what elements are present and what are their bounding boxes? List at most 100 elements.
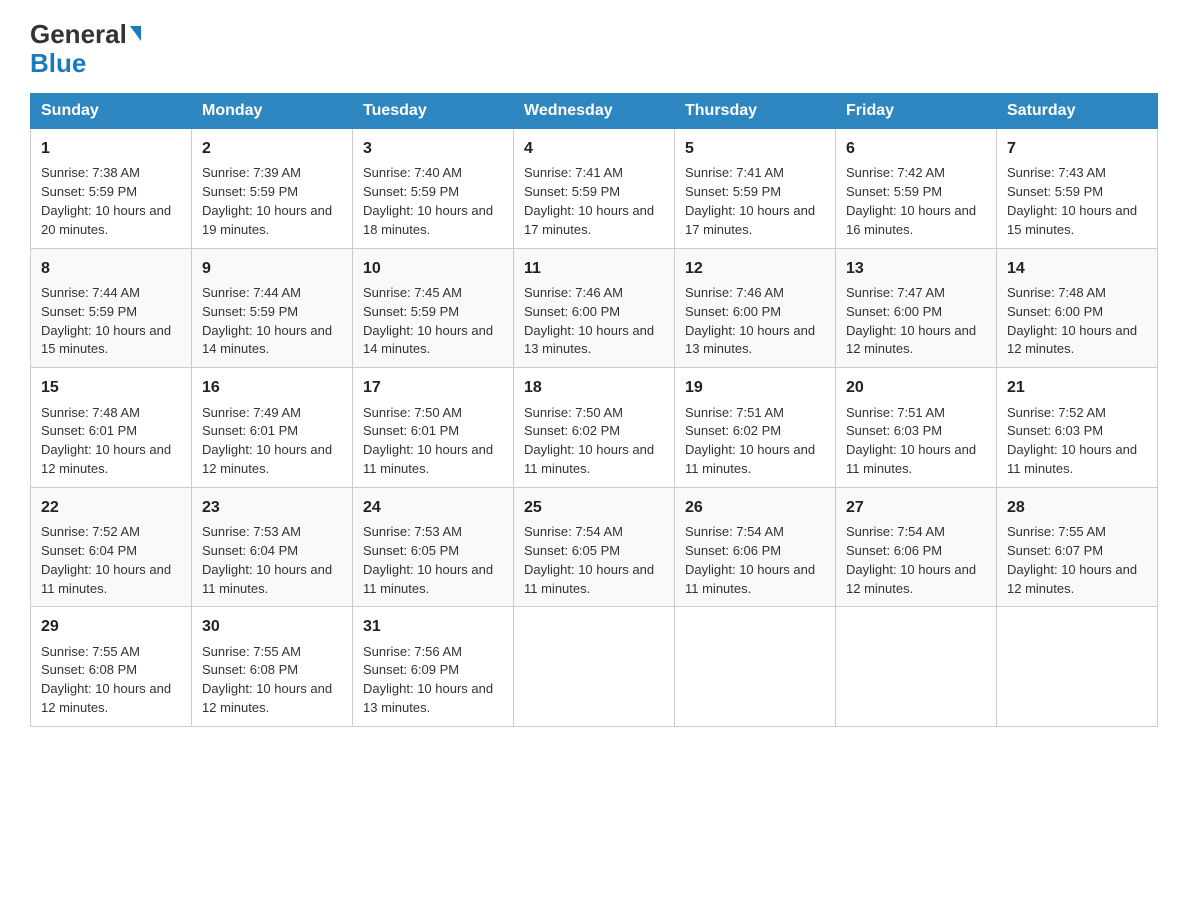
day-sunrise: Sunrise: 7:54 AM	[846, 524, 945, 539]
day-number: 23	[202, 496, 342, 519]
day-sunrise: Sunrise: 7:54 AM	[524, 524, 623, 539]
header-sunday: Sunday	[31, 94, 192, 129]
day-number: 22	[41, 496, 181, 519]
calendar-day-27: 27Sunrise: 7:54 AMSunset: 6:06 PMDayligh…	[836, 487, 997, 607]
calendar-day-9: 9 Sunrise: 7:44 AM Sunset: 5:59 PM Daylight…	[192, 248, 353, 368]
day-daylight: Daylight: 10 hours and 15 minutes.	[41, 323, 171, 357]
calendar-week-2: 8 Sunrise: 7:44 AM Sunset: 5:59 PM Daylight…	[31, 248, 1158, 368]
day-daylight: Daylight: 10 hours and 19 minutes.	[202, 203, 332, 237]
calendar-day-29: 29Sunrise: 7:55 AMSunset: 6:08 PMDayligh…	[31, 607, 192, 727]
calendar-day-11: 11Sunrise: 7:46 AMSunset: 6:00 PMDayligh…	[514, 248, 675, 368]
day-daylight: Daylight: 10 hours and 11 minutes.	[202, 562, 332, 596]
logo-general-text: General	[30, 20, 127, 49]
day-daylight: Daylight: 10 hours and 12 minutes.	[41, 442, 171, 476]
day-number: 5	[685, 137, 825, 160]
day-sunset: Sunset: 5:59 PM	[202, 304, 298, 319]
day-daylight: Daylight: 10 hours and 14 minutes.	[202, 323, 332, 357]
logo-blue-text: Blue	[30, 49, 86, 78]
day-sunrise: Sunrise: 7:50 AM	[524, 405, 623, 420]
calendar-day-1: 1Sunrise: 7:38 AMSunset: 5:59 PMDaylight…	[31, 129, 192, 249]
calendar-empty	[836, 607, 997, 727]
day-daylight: Daylight: 10 hours and 13 minutes.	[685, 323, 815, 357]
day-sunrise: Sunrise: 7:52 AM	[41, 524, 140, 539]
day-sunset: Sunset: 5:59 PM	[1007, 184, 1103, 199]
calendar-table: SundayMondayTuesdayWednesdayThursdayFrid…	[30, 93, 1158, 727]
day-number: 24	[363, 496, 503, 519]
header-monday: Monday	[192, 94, 353, 129]
day-sunrise: Sunrise: 7:44 AM	[202, 285, 301, 300]
day-sunrise: Sunrise: 7:41 AM	[524, 165, 623, 180]
page-header: General Blue	[30, 20, 1158, 77]
day-sunset: Sunset: 5:59 PM	[41, 184, 137, 199]
day-number: 18	[524, 376, 664, 399]
day-number: 9	[202, 257, 342, 280]
day-daylight: Daylight: 10 hours and 12 minutes.	[1007, 562, 1137, 596]
calendar-week-5: 29Sunrise: 7:55 AMSunset: 6:08 PMDayligh…	[31, 607, 1158, 727]
calendar-day-28: 28Sunrise: 7:55 AMSunset: 6:07 PMDayligh…	[997, 487, 1158, 607]
day-sunset: Sunset: 6:04 PM	[202, 543, 298, 558]
day-sunrise: Sunrise: 7:55 AM	[202, 644, 301, 659]
calendar-day-25: 25Sunrise: 7:54 AMSunset: 6:05 PMDayligh…	[514, 487, 675, 607]
day-sunrise: Sunrise: 7:42 AM	[846, 165, 945, 180]
day-sunset: Sunset: 6:00 PM	[846, 304, 942, 319]
logo-triangle-icon	[130, 26, 141, 41]
calendar-day-31: 31Sunrise: 7:56 AMSunset: 6:09 PMDayligh…	[353, 607, 514, 727]
day-number: 26	[685, 496, 825, 519]
day-daylight: Daylight: 10 hours and 12 minutes.	[202, 442, 332, 476]
day-daylight: Daylight: 10 hours and 11 minutes.	[524, 442, 654, 476]
day-daylight: Daylight: 10 hours and 11 minutes.	[685, 562, 815, 596]
day-sunset: Sunset: 6:06 PM	[685, 543, 781, 558]
day-daylight: Daylight: 10 hours and 20 minutes.	[41, 203, 171, 237]
header-friday: Friday	[836, 94, 997, 129]
logo: General Blue	[30, 20, 141, 77]
day-number: 17	[363, 376, 503, 399]
day-number: 2	[202, 137, 342, 160]
day-sunset: Sunset: 6:08 PM	[202, 662, 298, 677]
day-daylight: Daylight: 10 hours and 11 minutes.	[363, 562, 493, 596]
day-daylight: Daylight: 10 hours and 13 minutes.	[363, 681, 493, 715]
day-daylight: Daylight: 10 hours and 15 minutes.	[1007, 203, 1137, 237]
day-number: 28	[1007, 496, 1147, 519]
day-sunset: Sunset: 6:04 PM	[41, 543, 137, 558]
calendar-day-15: 15Sunrise: 7:48 AMSunset: 6:01 PMDayligh…	[31, 368, 192, 488]
calendar-day-23: 23Sunrise: 7:53 AMSunset: 6:04 PMDayligh…	[192, 487, 353, 607]
day-sunset: Sunset: 6:01 PM	[41, 423, 137, 438]
day-sunset: Sunset: 5:59 PM	[685, 184, 781, 199]
calendar-day-22: 22 Sunrise: 7:52 AM Sunset: 6:04 PM Dayligh…	[31, 487, 192, 607]
calendar-day-5: 5Sunrise: 7:41 AMSunset: 5:59 PMDaylight…	[675, 129, 836, 249]
day-sunset: Sunset: 5:59 PM	[363, 304, 459, 319]
calendar-day-18: 18Sunrise: 7:50 AMSunset: 6:02 PMDayligh…	[514, 368, 675, 488]
day-number: 8	[41, 257, 181, 280]
calendar-empty	[514, 607, 675, 727]
day-number: 10	[363, 257, 503, 280]
day-daylight: Daylight: 10 hours and 11 minutes.	[1007, 442, 1137, 476]
day-sunset: Sunset: 6:01 PM	[363, 423, 459, 438]
calendar-day-26: 26 Sunrise: 7:54 AM Sunset: 6:06 PM Dayligh…	[675, 487, 836, 607]
calendar-day-30: 30Sunrise: 7:55 AMSunset: 6:08 PMDayligh…	[192, 607, 353, 727]
day-sunset: Sunset: 5:59 PM	[846, 184, 942, 199]
day-daylight: Daylight: 10 hours and 12 minutes.	[41, 681, 171, 715]
day-daylight: Daylight: 10 hours and 11 minutes.	[41, 562, 171, 596]
day-sunrise: Sunrise: 7:48 AM	[1007, 285, 1106, 300]
calendar-empty	[675, 607, 836, 727]
day-sunrise: Sunrise: 7:48 AM	[41, 405, 140, 420]
day-sunrise: Sunrise: 7:39 AM	[202, 165, 301, 180]
day-daylight: Daylight: 10 hours and 12 minutes.	[202, 681, 332, 715]
calendar-day-20: 20Sunrise: 7:51 AMSunset: 6:03 PMDayligh…	[836, 368, 997, 488]
calendar-day-6: 6Sunrise: 7:42 AMSunset: 5:59 PMDaylight…	[836, 129, 997, 249]
calendar-day-12: 12Sunrise: 7:46 AMSunset: 6:00 PMDayligh…	[675, 248, 836, 368]
calendar-day-3: 3Sunrise: 7:40 AMSunset: 5:59 PMDaylight…	[353, 129, 514, 249]
day-sunset: Sunset: 6:00 PM	[1007, 304, 1103, 319]
day-sunset: Sunset: 6:03 PM	[846, 423, 942, 438]
day-daylight: Daylight: 10 hours and 11 minutes.	[524, 562, 654, 596]
day-number: 1	[41, 137, 181, 160]
day-daylight: Daylight: 10 hours and 17 minutes.	[685, 203, 815, 237]
day-sunrise: Sunrise: 7:54 AM	[685, 524, 784, 539]
day-sunset: Sunset: 6:05 PM	[363, 543, 459, 558]
day-number: 21	[1007, 376, 1147, 399]
calendar-day-10: 10Sunrise: 7:45 AMSunset: 5:59 PMDayligh…	[353, 248, 514, 368]
day-number: 27	[846, 496, 986, 519]
calendar-day-24: 24Sunrise: 7:53 AMSunset: 6:05 PMDayligh…	[353, 487, 514, 607]
calendar-day-19: 19Sunrise: 7:51 AMSunset: 6:02 PMDayligh…	[675, 368, 836, 488]
day-sunset: Sunset: 5:59 PM	[41, 304, 137, 319]
